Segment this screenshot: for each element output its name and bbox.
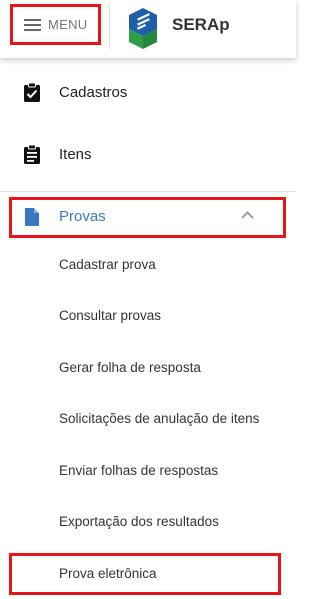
app-header: MENU SERAp	[0, 0, 296, 58]
nav-divider	[0, 191, 296, 192]
submenu-item-cadastrar-prova[interactable]: Cadastrar prova	[59, 257, 156, 272]
nav-item-label: Provas	[59, 208, 106, 225]
hamburger-icon	[24, 18, 41, 31]
menu-label: MENU	[48, 17, 88, 32]
document-icon	[25, 208, 39, 226]
submenu-item-gerar-folha[interactable]: Gerar folha de resposta	[59, 360, 201, 375]
chevron-up-icon[interactable]	[240, 210, 255, 220]
brand-name: SERAp	[172, 15, 230, 34]
nav-item-cadastros[interactable]: Cadastros	[0, 72, 296, 112]
submenu-item-enviar-folhas[interactable]: Enviar folhas de respostas	[59, 463, 218, 478]
submenu-item-exportacao-resultados[interactable]: Exportação dos resultados	[59, 514, 219, 529]
submenu-item-consultar-provas[interactable]: Consultar provas	[59, 308, 161, 323]
clipboard-text-icon	[24, 144, 40, 164]
serap-logo-icon	[129, 8, 157, 49]
header-divider	[109, 5, 110, 49]
nav-item-label: Itens	[59, 146, 92, 163]
nav-item-itens[interactable]: Itens	[0, 134, 296, 174]
submenu-item-prova-eletronica[interactable]: Prova eletrônica	[59, 566, 157, 581]
submenu-item-solicitacoes-anulacao[interactable]: Solicitações de anulação de itens	[59, 411, 259, 426]
menu-button[interactable]: MENU	[10, 4, 101, 45]
clipboard-check-icon	[24, 82, 40, 102]
nav-item-label: Cadastros	[59, 84, 128, 101]
